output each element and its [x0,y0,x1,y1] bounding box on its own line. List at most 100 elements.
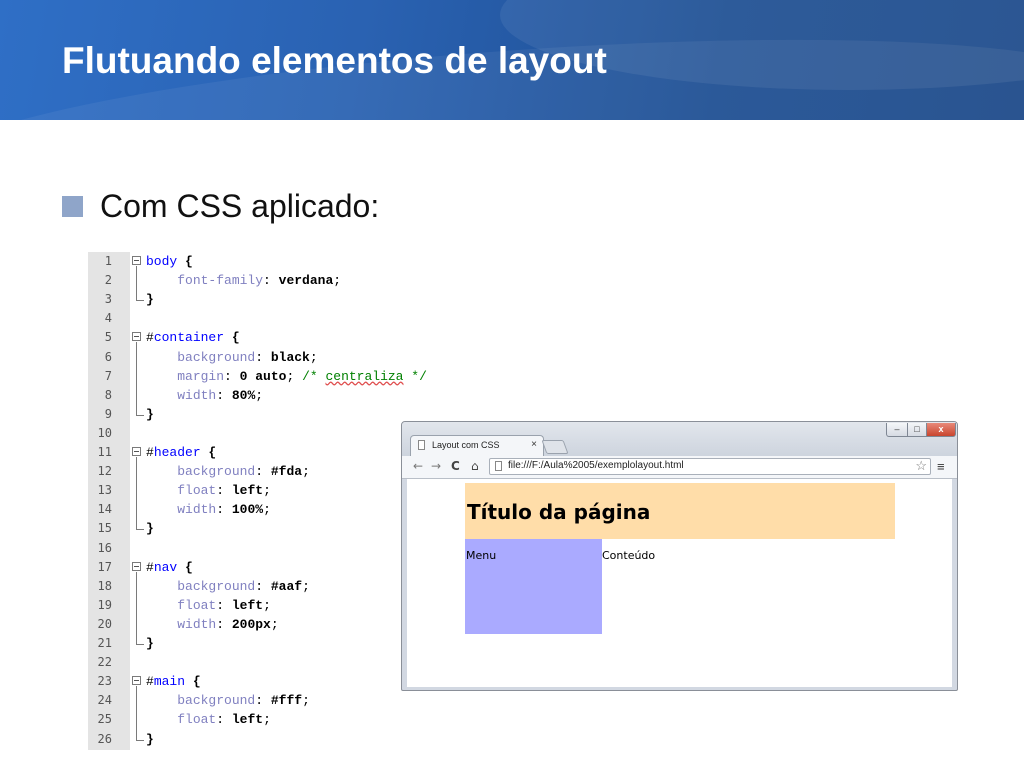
code-text: #container { [146,330,240,346]
close-window-button[interactable]: x [926,423,956,437]
line-number: 8 [104,387,112,402]
minimize-button[interactable]: – [886,423,908,437]
line-number: 14 [97,502,112,517]
back-arrow-icon[interactable]: ← [413,459,423,473]
fold-toggle-icon[interactable] [132,561,141,571]
fold-toggle-icon[interactable] [132,332,141,342]
code-text: background: #fff; [177,693,310,709]
code-text: } [146,292,154,308]
fold-guide-line [136,457,137,520]
fold-guide-line [136,342,137,405]
code-text: width: 80%; [177,387,264,403]
menu-icon[interactable]: ≡ [937,459,945,474]
address-url: file:///F:/Aula%2005/exemplolayout.html [508,460,684,471]
address-bar[interactable]: file:///F:/Aula%2005/exemplolayout.html … [489,458,931,475]
page-nav-block: Menu [465,539,602,634]
fold-toggle-icon[interactable] [132,447,141,456]
tab-title: Layout com CSS [432,440,500,450]
reload-icon[interactable]: C [451,459,460,473]
code-line: 5 #container { [88,328,488,347]
slide-header-band: Flutuando elementos de layout [0,0,1024,120]
line-number: 17 [97,559,112,574]
code-line: 6 background: black; [88,348,488,367]
code-text: float: left; [177,712,271,728]
code-line: 2 font-family: verdana; [88,271,488,290]
code-text: float: left; [177,597,271,613]
code-line: 24 background: #fff; [88,691,488,710]
code-text: float: left; [177,483,271,499]
bullet-text: Com CSS aplicado: [100,188,380,224]
browser-titlebar: – □ x Layout com CSS × [402,422,957,456]
code-text: background: black; [177,349,318,365]
code-text: margin: 0 auto; /* centraliza */ [177,368,427,384]
line-number: 4 [104,311,112,326]
fold-toggle-icon[interactable] [132,676,141,686]
line-number: 24 [97,693,112,708]
line-number: 25 [97,712,112,727]
page-header-block: Título da página [465,483,895,539]
fold-end-marker [136,634,144,645]
line-number: 21 [97,636,112,650]
line-number: 18 [97,578,112,593]
line-number: 3 [104,292,112,307]
code-line: 1 body { [88,252,488,271]
fold-guide-line [136,686,137,730]
code-text: width: 100%; [177,502,271,518]
page-icon [418,440,425,450]
page-heading: Título da página [467,500,651,524]
code-line: 25 float: left; [88,710,488,729]
code-text: } [146,636,154,651]
fold-end-marker [136,290,144,302]
code-text: #header { [146,445,217,460]
line-number: 15 [97,521,112,536]
code-text: body { [146,254,193,269]
new-tab-button[interactable] [541,440,569,454]
code-text: width: 200px; [177,616,279,632]
line-number: 22 [97,655,112,670]
bookmark-star-icon[interactable]: ☆ [915,458,927,474]
fold-end-marker [136,519,144,531]
forward-arrow-icon[interactable]: → [431,459,441,473]
home-icon[interactable]: ⌂ [471,459,479,473]
line-number: 6 [104,349,112,364]
code-line: 3} [88,266,488,309]
code-line: 8 width: 80%; [88,386,488,405]
slide-title: Flutuando elementos de layout [62,40,607,81]
line-number: 11 [97,445,112,459]
page-icon [495,461,502,471]
fold-toggle-icon[interactable] [132,256,141,265]
fold-end-marker [136,404,144,416]
fold-end-marker [136,729,144,741]
browser-viewport: Título da página Menu Conteúdo [407,479,952,687]
code-text: #nav { [146,559,193,575]
bullet-item: Com CSS aplicado: [62,188,379,225]
browser-tab[interactable]: Layout com CSS × [410,435,544,456]
code-text: background: #aaf; [177,578,310,594]
code-text: } [146,521,154,537]
line-number: 26 [97,731,112,746]
code-text: } [146,731,154,747]
line-number: 10 [97,425,112,440]
browser-window: – □ x Layout com CSS × ← → C ⌂ file:///F… [401,421,958,691]
fold-guide-line [136,571,137,634]
bullet-square-icon [62,196,83,217]
page-nav-text: Menu [466,549,497,562]
line-number: 16 [97,540,112,555]
fold-guide-line [136,266,137,291]
code-line: 4 [88,309,488,328]
page-main-text: Conteúdo [602,549,656,562]
line-number: 12 [97,464,112,479]
line-number: 7 [104,368,112,383]
line-number: 5 [104,330,112,345]
line-number: 1 [104,254,112,268]
browser-toolbar: ← → C ⌂ file:///F:/Aula%2005/exemplolayo… [402,456,957,479]
code-line: 7 margin: 0 auto; /* centraliza */ [88,367,488,386]
maximize-button[interactable]: □ [907,423,927,437]
line-number: 20 [97,616,112,631]
code-text: background: #fda; [177,464,310,480]
line-number: 19 [97,597,112,612]
line-number: 2 [104,273,112,288]
tab-close-icon[interactable]: × [531,439,537,450]
line-number: 23 [97,674,112,689]
code-text: font-family: verdana; [177,273,342,289]
